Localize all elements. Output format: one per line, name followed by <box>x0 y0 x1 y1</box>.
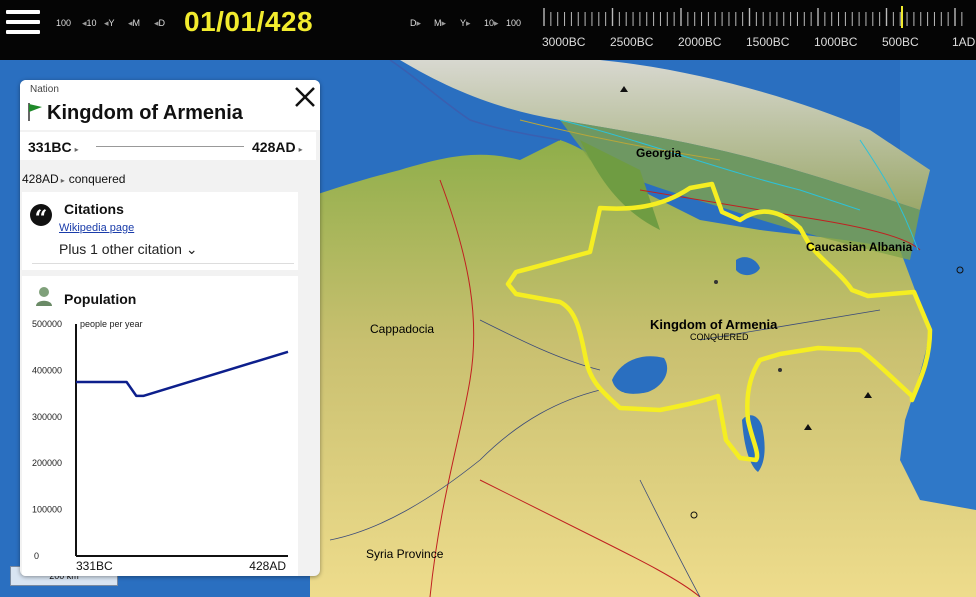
step-label: M <box>434 18 442 28</box>
x-tick-label: 331BC <box>76 559 113 573</box>
panel-type-label: Nation <box>30 84 59 95</box>
y-tick-label: 500000 <box>32 319 62 329</box>
map-label-cappadocia[interactable]: Cappadocia <box>370 322 434 336</box>
play-icon: ▸ <box>298 145 303 154</box>
step-label: 100 <box>56 18 72 28</box>
y-tick-label: 100000 <box>32 505 62 515</box>
back-year-button[interactable]: ◂ Y <box>104 16 115 30</box>
step-label: Y <box>108 18 115 28</box>
end-date: 428AD <box>252 139 296 155</box>
quote-icon: “ <box>30 204 52 232</box>
step-label: M <box>132 18 141 28</box>
map-label-syria-province[interactable]: Syria Province <box>366 547 443 561</box>
nation-info-panel: Nation Kingdom of Armenia 331BC ▸ 428AD ▸ … <box>20 80 320 576</box>
forward-day-button[interactable]: D ▸ <box>410 16 421 30</box>
y-tick-label: 400000 <box>32 365 62 375</box>
y-tick-label: 200000 <box>32 458 62 468</box>
flag-icon <box>28 103 42 121</box>
forward-10-years-button[interactable]: 10 ▸ <box>484 16 499 30</box>
map-label-caucasian-albania[interactable]: Caucasian Albania <box>806 240 912 254</box>
step-label: D <box>158 18 166 28</box>
step-label: 10 <box>86 18 97 28</box>
y-axis-label: people per year <box>80 319 143 329</box>
map-label-kingdom-of-armenia[interactable]: Kingdom of Armenia <box>650 317 777 332</box>
map-label-status: CONQUERED <box>690 332 749 342</box>
chevron-right-icon: ▸ <box>441 17 447 28</box>
wikipedia-link[interactable]: Wikipedia page <box>59 222 134 234</box>
timeline-label: 1000BC <box>814 35 858 49</box>
timeline-label: 2500BC <box>610 35 654 49</box>
end-date-link[interactable]: 428AD ▸ <box>252 139 303 155</box>
chevron-right-icon: ▸ <box>494 17 499 28</box>
chevron-right-icon: ▸ <box>416 17 422 28</box>
menu-icon[interactable] <box>6 10 40 36</box>
play-icon: ▸ <box>74 145 79 154</box>
event-date: 428AD <box>22 172 59 186</box>
event-text: conquered <box>68 172 126 186</box>
start-date-link[interactable]: 331BC ▸ <box>28 139 79 155</box>
timeline-label: 3000BC <box>542 35 586 49</box>
citations-section: “ Citations Wikipedia page Plus 1 other … <box>22 192 298 270</box>
play-icon: ▸ <box>60 176 65 185</box>
timeline-label: 1500BC <box>746 35 790 49</box>
nation-name: Kingdom of Armenia <box>47 102 243 124</box>
back-10-years-button[interactable]: ◂ 10 <box>82 16 97 30</box>
range-line <box>96 146 244 147</box>
y-tick-label: 300000 <box>32 412 62 422</box>
timeline-label: 500BC <box>882 35 919 49</box>
close-icon[interactable] <box>292 84 318 110</box>
panel-header: Nation Kingdom of Armenia <box>20 80 320 130</box>
y-tick-label: 0 <box>34 551 39 561</box>
population-section: Population 500000 400000 300000 200000 10000… <box>22 276 298 576</box>
forward-100-years-button[interactable]: 100 <box>506 16 521 30</box>
top-toolbar: 100 ◂ 10 ◂ Y ◂ M ◂ D 01/01/428 D ▸ M ▸ Y ▸ 10 ▸ … <box>0 0 976 60</box>
back-day-button[interactable]: ◂ D <box>154 16 165 30</box>
population-chart: 500000 400000 300000 200000 100000 0 people pe… <box>32 319 289 573</box>
step-label: 100 <box>506 18 522 28</box>
map-label-georgia[interactable]: Georgia <box>636 146 681 160</box>
divider <box>32 263 294 264</box>
timeline-label: 2000BC <box>678 35 722 49</box>
step-label: 10 <box>484 18 495 28</box>
population-line <box>76 350 289 398</box>
forward-month-button[interactable]: M ▸ <box>434 16 446 30</box>
back-100-years-button[interactable]: 100 <box>56 16 71 30</box>
timeline-label: 1AD <box>952 35 976 49</box>
timeline-ticks <box>543 6 963 28</box>
forward-year-button[interactable]: Y ▸ <box>460 16 471 30</box>
citations-title: Citations <box>64 201 124 217</box>
current-date[interactable]: 01/01/428 <box>184 6 313 38</box>
more-citations-toggle[interactable]: Plus 1 other citation ⌄ <box>59 241 198 258</box>
back-month-button[interactable]: ◂ M <box>128 16 140 30</box>
nation-date-range: 331BC ▸ 428AD ▸ <box>20 132 316 160</box>
timeline-slider[interactable]: 3000BC 2500BC 2000BC 1500BC 1000BC 500BC… <box>540 0 976 60</box>
start-date: 331BC <box>28 139 72 155</box>
event-item[interactable]: 428AD ▸ conquered <box>22 172 125 186</box>
chevron-right-icon: ▸ <box>466 17 471 28</box>
x-tick-label: 428AD <box>249 559 286 573</box>
